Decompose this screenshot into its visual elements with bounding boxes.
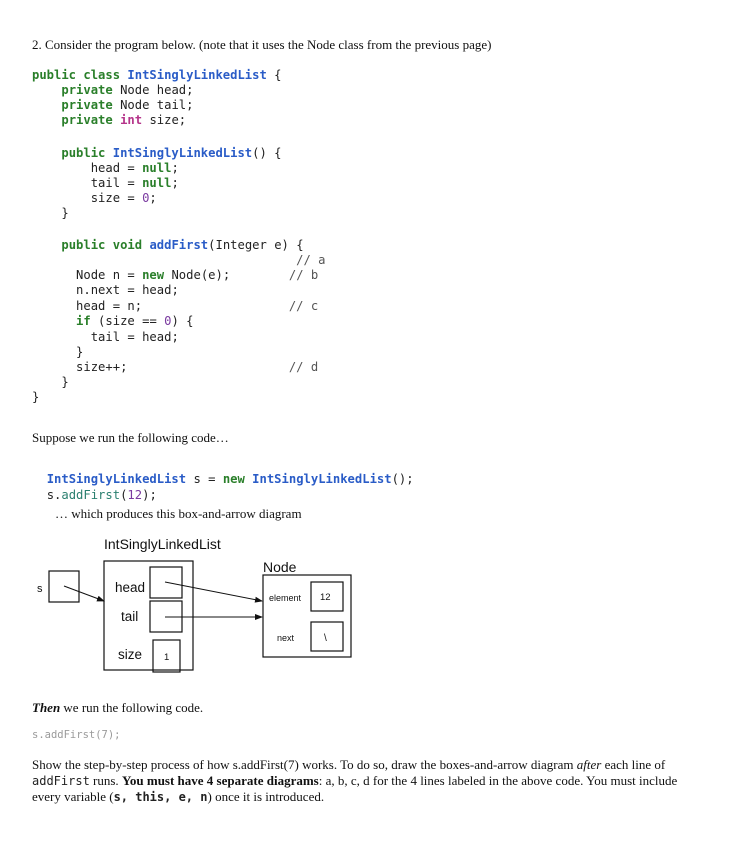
instructions-after: after xyxy=(576,757,602,772)
instructions: Show the step-by-step process of how s.a… xyxy=(32,757,722,805)
next-box xyxy=(310,621,344,652)
next-value: \ xyxy=(324,633,327,644)
instructions-part-5: every variable ( xyxy=(32,789,114,804)
node-title: Node xyxy=(263,559,297,575)
instructions-part-6: ) once it is introduced. xyxy=(207,789,325,804)
instructions-part-2: each line of xyxy=(601,757,666,772)
instructions-bold: You must have 4 separate diagrams xyxy=(121,773,319,788)
instructions-part-4: : a, b, c, d for the 4 lines labeled in … xyxy=(318,773,678,788)
instructions-addfirst-code: addFirst xyxy=(32,774,90,788)
field-head-label: head xyxy=(115,580,145,595)
arrow-s-to-list xyxy=(63,585,105,602)
field-next-label: next xyxy=(277,633,295,643)
size-value: 1 xyxy=(164,652,169,663)
then-emphasis: Then xyxy=(32,700,61,715)
list-title: IntSinglyLinkedList xyxy=(104,536,221,552)
box-arrow-diagram: IntSinglyLinkedList s head tail size 1 N… xyxy=(37,536,352,673)
field-element-label: element xyxy=(269,593,302,603)
then-rest: we run the following code. xyxy=(60,700,204,715)
instructions-part-1: Show the step-by-step process of how s.a… xyxy=(32,757,577,772)
then-text: Then we run the following code. xyxy=(32,700,203,716)
node-object-box xyxy=(262,574,352,658)
instructions-part-3: runs. xyxy=(89,773,122,788)
field-tail-label: tail xyxy=(121,609,138,624)
field-size-label: size xyxy=(118,647,142,662)
instructions-vars-code: s, this, e, n xyxy=(113,790,208,804)
then-code: s.addFirst(7); xyxy=(32,729,121,741)
element-value: 12 xyxy=(320,592,331,603)
var-s-label: s xyxy=(37,583,43,595)
